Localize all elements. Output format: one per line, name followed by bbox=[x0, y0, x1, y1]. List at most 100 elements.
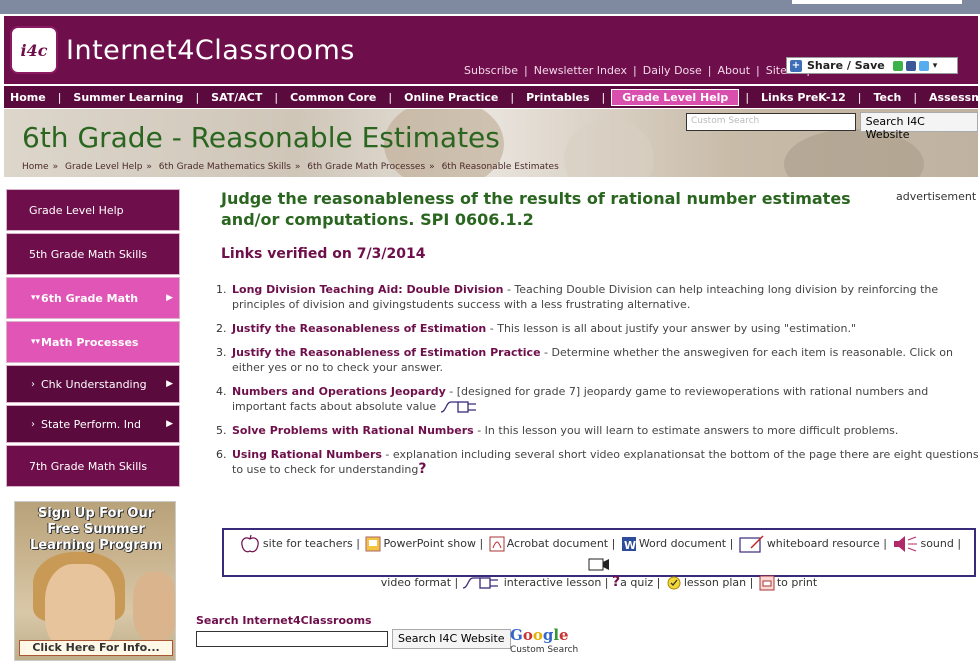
powerpoint-icon bbox=[365, 536, 381, 552]
top-links: Subscribe | Newsletter Index | Daily Dose |… bbox=[464, 64, 820, 77]
share-green-icon bbox=[892, 60, 903, 71]
print-icon bbox=[759, 575, 775, 591]
quiz-icon: ? bbox=[612, 574, 621, 590]
bullet-icon: › bbox=[31, 418, 35, 430]
acrobat-icon bbox=[489, 536, 505, 552]
sidebar-item-label: 5th Grade Math Skills bbox=[29, 247, 148, 261]
sidebar-item-label: State Perform. Ind bbox=[41, 417, 141, 431]
interactive-lesson-icon bbox=[440, 401, 476, 413]
interactive-lesson-icon bbox=[462, 577, 498, 589]
sidebar-item-label: 6th Grade Math bbox=[41, 291, 139, 305]
resource-link[interactable]: Using Rational Numbers bbox=[232, 448, 382, 461]
sidebar-item-7th-grade-math-skills[interactable]: 7th Grade Math Skills bbox=[6, 445, 180, 487]
nav-grade-level-help[interactable]: Grade Level Help bbox=[611, 88, 740, 106]
site-header: i4c Internet4Classrooms Subscribe | Newsl… bbox=[4, 16, 978, 84]
sidebar: Grade Level Help 5th Grade Math Skills ▾… bbox=[6, 189, 180, 489]
nav-home[interactable]: Home bbox=[4, 91, 52, 104]
breadcrumb: Home» Grade Level Help» 6th Grade Mathem… bbox=[22, 162, 559, 172]
resource-link[interactable]: Justify the Reasonableness of Estimation… bbox=[232, 346, 541, 359]
toplink-daily-dose[interactable]: Daily Dose bbox=[643, 64, 702, 77]
sidebar-item-6th-grade-math[interactable]: ▾▾ 6th Grade Math ▶ bbox=[6, 277, 180, 319]
list-item: 3. Justify the Reasonableness of Estimat… bbox=[216, 346, 953, 374]
promo-photo-shape bbox=[133, 572, 175, 642]
toplink-about[interactable]: About bbox=[717, 64, 750, 77]
list-item: 5. Solve Problems with Rational Numbers … bbox=[216, 424, 899, 437]
promo-cta[interactable]: Click Here For Info... bbox=[19, 640, 173, 656]
whiteboard-icon bbox=[739, 535, 764, 553]
top-strip-box bbox=[792, 0, 962, 4]
site-logo[interactable]: i4c Internet4Classrooms bbox=[10, 26, 355, 74]
list-item: 6. Using Rational Numbers - explanation … bbox=[216, 448, 979, 477]
resource-link[interactable]: Solve Problems with Rational Numbers bbox=[232, 424, 474, 437]
main-nav: Home | Summer Learning | SAT/ACT | Common C… bbox=[4, 85, 980, 108]
word-icon: W bbox=[621, 537, 636, 552]
plus-icon: + bbox=[790, 59, 802, 72]
facebook-icon bbox=[905, 60, 916, 71]
breadcrumb-home[interactable]: Home bbox=[22, 162, 49, 172]
bottom-search-button[interactable]: Search I4C Website bbox=[392, 629, 511, 649]
bottom-search-input[interactable] bbox=[196, 631, 388, 647]
logo-badge: i4c bbox=[10, 26, 58, 74]
resource-link[interactable]: Justify the Reasonableness of Estimation bbox=[232, 322, 486, 335]
custom-search-label: Custom Search bbox=[510, 645, 579, 655]
logo-badge-text: i4c bbox=[20, 40, 48, 60]
nav-links-prek-12[interactable]: Links PreK-12 bbox=[755, 91, 852, 104]
google-logo: Google bbox=[510, 626, 569, 644]
header-search-input[interactable]: Custom Search bbox=[686, 113, 856, 131]
resource-description: - In this lesson you will learn to estim… bbox=[473, 424, 899, 437]
lesson-plan-icon bbox=[667, 576, 681, 590]
sidebar-item-label: Math Processes bbox=[41, 335, 139, 349]
list-item: 4. Numbers and Operations Jeopardy - [de… bbox=[216, 385, 929, 413]
resource-description: - This lesson is all about justify your … bbox=[486, 322, 857, 335]
nav-printables[interactable]: Printables bbox=[520, 91, 595, 104]
chevron-right-icon: ▶ bbox=[166, 419, 173, 429]
chevron-right-icon: ▶ bbox=[166, 379, 173, 389]
breadcrumb-6th-grade-math-skills[interactable]: 6th Grade Mathematics Skills bbox=[159, 162, 291, 172]
apple-icon bbox=[241, 534, 259, 553]
banner-photo-shape bbox=[564, 119, 654, 177]
sidebar-item-label: 7th Grade Math Skills bbox=[29, 459, 148, 473]
nav-summer-learning[interactable]: Summer Learning bbox=[67, 91, 189, 104]
main-content: Judge the reasonableness of the results … bbox=[216, 188, 980, 262]
bottom-search-label: Search Internet4Classrooms bbox=[196, 614, 372, 627]
bullet-icon: › bbox=[31, 378, 35, 390]
double-down-icon: ▾▾ bbox=[31, 293, 41, 303]
icon-legend: site for teachers | PowerPoint show | Ac… bbox=[222, 528, 976, 591]
sidebar-item-state-perform-ind[interactable]: › State Perform. Ind ▶ bbox=[6, 405, 180, 443]
resource-list: 1. Long Division Teaching Aid: Double Di… bbox=[216, 282, 980, 486]
share-label: Share / Save bbox=[807, 59, 885, 72]
toplink-subscribe[interactable]: Subscribe bbox=[464, 64, 518, 77]
list-item: 1. Long Division Teaching Aid: Double Di… bbox=[216, 283, 939, 311]
quiz-icon: ? bbox=[418, 461, 427, 477]
page-banner: 6th Grade - Reasonable Estimates Custom … bbox=[4, 109, 978, 177]
nav-sat-act[interactable]: SAT/ACT bbox=[205, 91, 268, 104]
sidebar-item-5th-grade-math-skills[interactable]: 5th Grade Math Skills bbox=[6, 233, 180, 275]
double-down-icon: ▾▾ bbox=[31, 337, 41, 347]
resource-link[interactable]: Long Division Teaching Aid: Double Divis… bbox=[232, 283, 503, 296]
chevron-right-icon: ▶ bbox=[166, 293, 173, 303]
breadcrumb-6th-grade-math-processes[interactable]: 6th Grade Math Processes bbox=[307, 162, 425, 172]
nav-assessment[interactable]: Assessment bbox=[923, 91, 980, 104]
breadcrumb-grade-level-help[interactable]: Grade Level Help bbox=[65, 162, 142, 172]
svg-text:W: W bbox=[624, 539, 636, 552]
share-save-button[interactable]: + Share / Save ▾ bbox=[786, 57, 958, 74]
sound-icon bbox=[894, 536, 918, 552]
bottom-search: Search Internet4Classrooms Search I4C We… bbox=[196, 614, 511, 649]
logo-text: Internet4Classrooms bbox=[66, 34, 355, 66]
browser-top-strip bbox=[0, 0, 980, 14]
sidebar-item-label: Grade Level Help bbox=[29, 203, 124, 217]
sidebar-item-chk-understanding[interactable]: › Chk Understanding ▶ bbox=[6, 365, 180, 403]
list-item: 2. Justify the Reasonableness of Estimat… bbox=[216, 322, 857, 335]
nav-online-practice[interactable]: Online Practice bbox=[398, 91, 504, 104]
summer-program-promo[interactable]: Sign Up For Our Free Summer Learning Pro… bbox=[14, 501, 176, 661]
sidebar-item-grade-level-help[interactable]: Grade Level Help bbox=[6, 189, 180, 231]
nav-common-core[interactable]: Common Core bbox=[284, 91, 382, 104]
header-search-button[interactable]: Search I4C Website bbox=[859, 112, 978, 141]
sidebar-item-math-processes[interactable]: ▾▾ Math Processes bbox=[6, 321, 180, 363]
video-icon bbox=[588, 558, 609, 571]
advertisement-label: advertisement bbox=[896, 190, 977, 203]
nav-tech[interactable]: Tech bbox=[867, 91, 907, 104]
page-title: 6th Grade - Reasonable Estimates bbox=[22, 121, 500, 154]
toplink-newsletter-index[interactable]: Newsletter Index bbox=[534, 64, 627, 77]
resource-link[interactable]: Numbers and Operations Jeopardy bbox=[232, 385, 446, 398]
